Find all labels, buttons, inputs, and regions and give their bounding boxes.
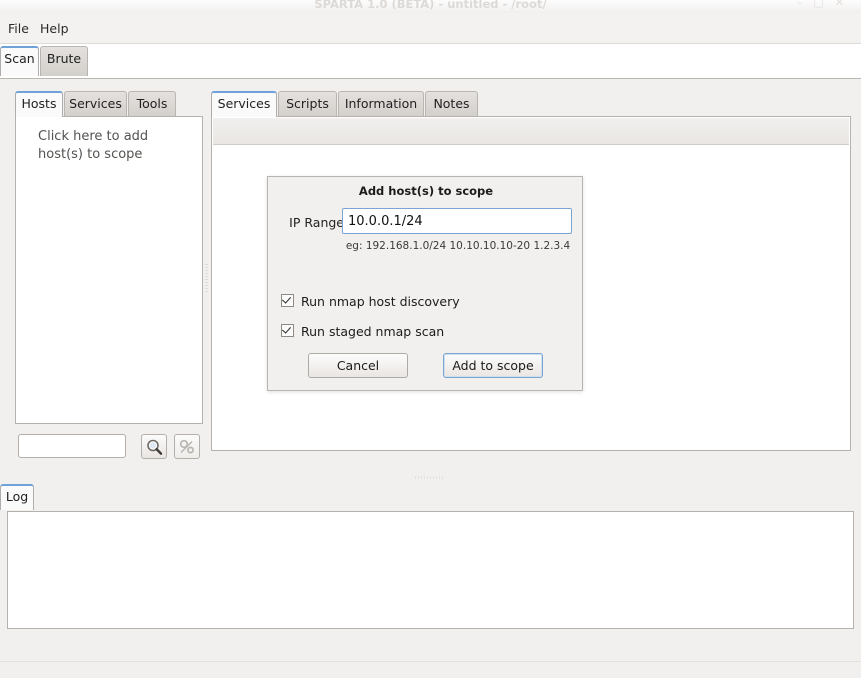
tab-services-right[interactable]: Services: [211, 91, 277, 117]
checkbox-run-nmap-host-discovery[interactable]: Run nmap host discovery: [281, 294, 460, 310]
checkbox-icon-host-discovery[interactable]: [281, 294, 294, 307]
search-button[interactable]: [141, 434, 167, 459]
host-list[interactable]: Click here to add host(s) to scope: [15, 116, 203, 424]
tab-log[interactable]: Log: [0, 484, 34, 510]
tab-services-left[interactable]: Services: [64, 91, 127, 117]
add-host-hint[interactable]: Click here to add host(s) to scope: [38, 128, 198, 164]
main-tab-bar: Scan Brute: [0, 43, 861, 78]
menu-item-help[interactable]: Help: [36, 20, 73, 37]
search-input[interactable]: [18, 434, 126, 458]
status-bar: [0, 661, 861, 678]
checkbox-label-host-discovery: Run nmap host discovery: [301, 294, 460, 309]
tab-information[interactable]: Information: [338, 91, 424, 117]
log-tab-bar: Log: [0, 484, 861, 512]
cancel-button[interactable]: Cancel: [308, 353, 408, 378]
tools-button[interactable]: [174, 434, 200, 459]
tab-scan[interactable]: Scan: [0, 46, 39, 76]
dialog-title: Add host(s) to scope: [358, 184, 494, 198]
right-tab-bar: Services Scripts Information Notes: [208, 89, 854, 117]
log-output[interactable]: [7, 511, 854, 629]
services-table-header: [213, 118, 849, 145]
window-title: SPARTA 1.0 (BETA) - untitled - /root/: [314, 0, 547, 11]
title-bar: SPARTA 1.0 (BETA) - untitled - /root/ –□…: [0, 0, 861, 14]
menu-bar: File Help: [0, 13, 861, 44]
add-to-scope-button[interactable]: Add to scope: [443, 353, 543, 378]
checkbox-label-staged-scan: Run staged nmap scan: [301, 324, 445, 339]
tab-scripts[interactable]: Scripts: [278, 91, 337, 117]
left-panel: Hosts Services Tools Click here to add h…: [7, 89, 203, 469]
menu-item-file[interactable]: File: [4, 20, 33, 37]
ip-range-input[interactable]: [342, 208, 572, 234]
ip-range-hint: eg: 192.168.1.0/24 10.10.10.10-20 1.2.3.…: [345, 240, 571, 252]
add-host-hint-line2: host(s) to scope: [38, 147, 143, 162]
tab-notes[interactable]: Notes: [425, 91, 478, 117]
horizontal-splitter[interactable]: [0, 471, 861, 485]
tab-tools[interactable]: Tools: [128, 91, 176, 117]
add-host-hint-line1: Click here to add: [38, 129, 149, 144]
checkbox-icon-staged-scan[interactable]: [281, 324, 294, 337]
ip-range-label: IP Range: [289, 215, 344, 230]
horizontal-splitter-grip: [415, 476, 445, 479]
left-tab-bar: Hosts Services Tools: [7, 89, 203, 117]
window-controls[interactable]: –□✕: [797, 0, 855, 9]
tab-hosts[interactable]: Hosts: [15, 91, 63, 117]
add-host-dialog: Add host(s) to scope IP Range eg: 192.16…: [267, 176, 583, 391]
checkbox-run-staged-nmap-scan[interactable]: Run staged nmap scan: [281, 324, 444, 340]
search-row: [15, 434, 203, 460]
tab-brute[interactable]: Brute: [40, 46, 88, 76]
